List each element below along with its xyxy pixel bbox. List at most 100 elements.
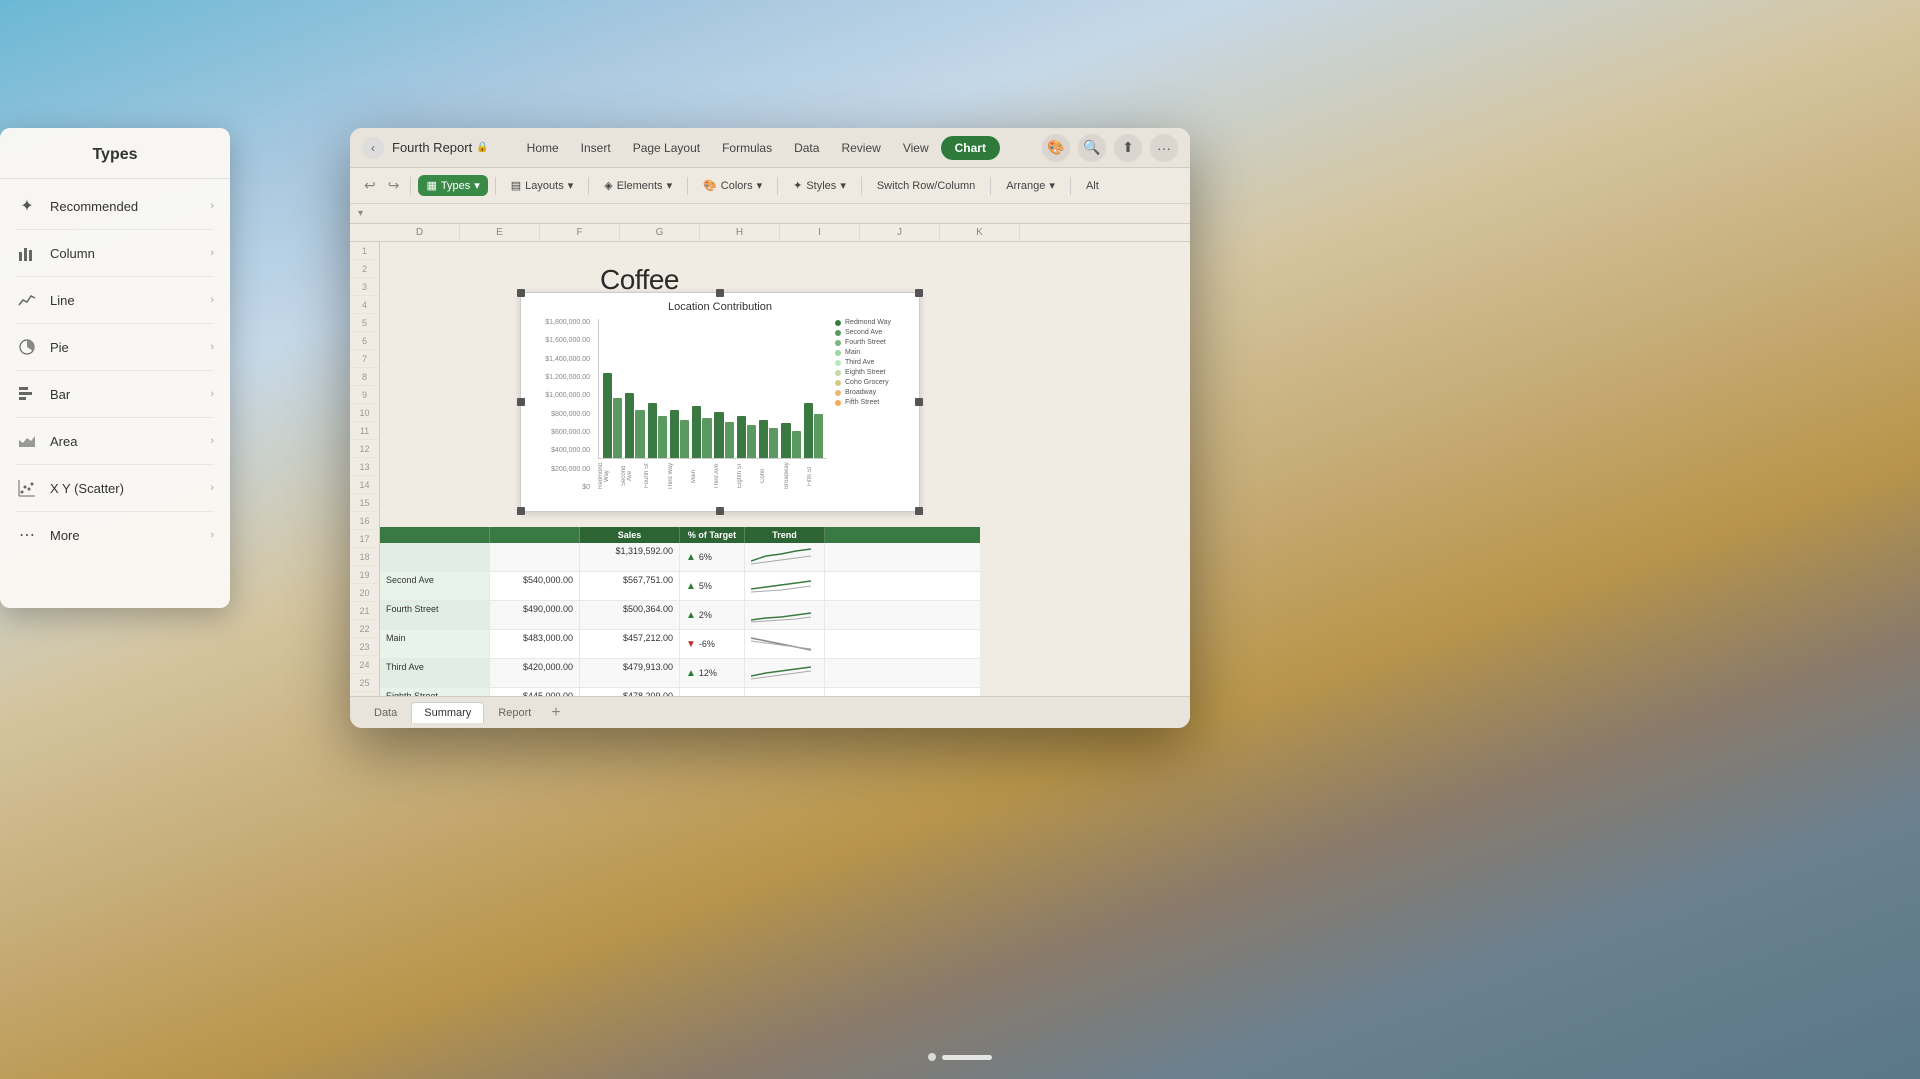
toolbar-sep-5 <box>777 177 778 195</box>
alt-text-button[interactable]: Alt <box>1078 176 1107 196</box>
chart-handle-tr[interactable] <box>915 289 923 297</box>
title-bar: ‹ Fourth Report 🔒 Home Insert Page Layou… <box>350 128 1190 168</box>
more-icon-btn[interactable]: ··· <box>1150 134 1178 162</box>
row-num-18: 18 <box>350 548 379 566</box>
row-num-2: 2 <box>350 260 379 278</box>
chart-handle-mt[interactable] <box>716 289 724 297</box>
menu-tab-formulas[interactable]: Formulas <box>712 137 782 159</box>
layouts-button[interactable]: ▤ Layouts ▾ <box>503 175 581 196</box>
search-icon-btn[interactable]: 🔍 <box>1078 134 1106 162</box>
menu-tab-review[interactable]: Review <box>831 137 890 159</box>
sheet-tab-data[interactable]: Data <box>362 703 409 723</box>
td-budget-3: $490,000.00 <box>490 601 580 629</box>
types-panel: Types ✦ Recommended › Column › Line › <box>0 128 230 608</box>
type-item-line[interactable]: Line › <box>0 279 230 321</box>
legend-item-2: Second Ave <box>835 329 911 336</box>
switch-row-col-button[interactable]: Switch Row/Column <box>869 176 983 196</box>
type-item-scatter[interactable]: X Y (Scatter) › <box>0 467 230 509</box>
col-header-e: E <box>460 224 540 241</box>
legend-dot-3 <box>835 340 841 346</box>
redo-button[interactable]: ↪ <box>384 173 404 198</box>
legend-dot-8 <box>835 390 841 396</box>
add-sheet-button[interactable]: + <box>545 704 566 722</box>
td-sales-2: $567,751.00 <box>580 572 680 600</box>
chevron-area-icon: › <box>210 435 214 447</box>
col-headers: D E F G H I J K <box>350 224 1190 242</box>
td-target-6: ▲ 7% <box>680 688 745 696</box>
types-panel-title: Types <box>0 128 230 179</box>
type-item-more[interactable]: ⋯ More › <box>0 514 230 556</box>
legend-dot-5 <box>835 360 841 366</box>
bar-group-6 <box>714 412 733 458</box>
table-row-1[interactable]: $1,319,592.00 ▲ 6% <box>380 543 980 572</box>
menu-tab-data[interactable]: Data <box>784 137 829 159</box>
back-button[interactable]: ‹ <box>362 137 384 159</box>
arrange-button[interactable]: Arrange ▾ <box>998 175 1063 196</box>
row-num-25: 25 <box>350 674 379 692</box>
chart-handle-tl[interactable] <box>517 289 525 297</box>
table-row-5[interactable]: Third Ave $420,000.00 $479,913.00 ▲ 12% <box>380 659 980 688</box>
undo-button[interactable]: ↩ <box>360 173 380 198</box>
separator-1 <box>16 229 214 230</box>
menu-tab-view[interactable]: View <box>893 137 939 159</box>
menu-tab-insert[interactable]: Insert <box>571 137 621 159</box>
chart-handle-ml[interactable] <box>517 398 525 406</box>
legend-item-3: Fourth Street <box>835 339 911 346</box>
row-numbers: 1 2 3 4 5 6 7 8 9 10 11 12 13 14 15 16 1 <box>350 242 380 696</box>
sheet-tab-summary[interactable]: Summary <box>411 702 484 723</box>
row-num-13: 13 <box>350 458 379 476</box>
color-icon-btn[interactable]: 🎨 <box>1042 134 1070 162</box>
styles-button[interactable]: ✦ Styles ▾ <box>785 175 854 196</box>
table-row-6[interactable]: Eighth Street $445,000.00 $478,209.00 ▲ … <box>380 688 980 696</box>
td-sales-5: $479,913.00 <box>580 659 680 687</box>
row-num-10: 10 <box>350 404 379 422</box>
td-sales-4: $457,212.00 <box>580 630 680 658</box>
type-label-column: Column <box>50 246 198 261</box>
elements-button[interactable]: ◈ Elements ▾ <box>596 175 680 196</box>
col-header-k: K <box>940 224 1020 241</box>
toolbar-sep-4 <box>687 177 688 195</box>
more-chart-icon: ⋯ <box>16 524 38 546</box>
sheet-tab-report[interactable]: Report <box>486 703 543 723</box>
share-icon-btn[interactable]: ⬆ <box>1114 134 1142 162</box>
table-row-3[interactable]: Fourth Street $490,000.00 $500,364.00 ▲ … <box>380 601 980 630</box>
types-list: ✦ Recommended › Column › Line › <box>0 179 230 562</box>
menu-tab-home[interactable]: Home <box>517 137 569 159</box>
types-button[interactable]: ▦ Types ▾ <box>418 175 487 196</box>
type-item-pie[interactable]: Pie › <box>0 326 230 368</box>
chart-region[interactable]: Location Contribution $1,800,000.00 $1,6… <box>520 292 920 512</box>
page-scroll-bar[interactable] <box>942 1055 992 1060</box>
chart-handle-bl[interactable] <box>517 507 525 515</box>
document-title: Fourth Report 🔒 <box>392 140 489 155</box>
td-location-5: Third Ave <box>380 659 490 687</box>
colors-button[interactable]: 🎨 Colors ▾ <box>695 175 770 196</box>
chevron-pie-icon: › <box>210 341 214 353</box>
col-header-h: H <box>700 224 780 241</box>
chart-handle-mr[interactable] <box>915 398 923 406</box>
bar-group-4 <box>670 410 689 458</box>
table-row-2[interactable]: Second Ave $540,000.00 $567,751.00 ▲ 5% <box>380 572 980 601</box>
type-item-bar[interactable]: Bar › <box>0 373 230 415</box>
type-label-scatter: X Y (Scatter) <box>50 481 198 496</box>
bar-1-2 <box>613 398 622 458</box>
type-item-recommended[interactable]: ✦ Recommended › <box>0 185 230 227</box>
app-window: ‹ Fourth Report 🔒 Home Insert Page Layou… <box>350 128 1190 728</box>
td-budget-5: $420,000.00 <box>490 659 580 687</box>
menu-tabs: Home Insert Page Layout Formulas Data Re… <box>517 136 1034 160</box>
chart-handle-mb[interactable] <box>716 507 724 515</box>
menu-tab-chart[interactable]: Chart <box>941 136 1000 160</box>
bar-8-2 <box>769 428 778 458</box>
td-location-2: Second Ave <box>380 572 490 600</box>
colors-icon: 🎨 <box>703 179 717 192</box>
type-item-area[interactable]: Area › <box>0 420 230 462</box>
arrow-up-2: ▲ <box>686 581 696 592</box>
chart-handle-br[interactable] <box>915 507 923 515</box>
row-num-3: 3 <box>350 278 379 296</box>
bar-4-1 <box>670 410 679 458</box>
td-location-3: Fourth Street <box>380 601 490 629</box>
spreadsheet-body: 1 2 3 4 5 6 7 8 9 10 11 12 13 14 15 16 1 <box>350 242 1190 696</box>
table-row-4[interactable]: Main $483,000.00 $457,212.00 ▼ -6% <box>380 630 980 659</box>
type-item-column[interactable]: Column › <box>0 232 230 274</box>
styles-icon: ✦ <box>793 179 802 192</box>
menu-tab-page-layout[interactable]: Page Layout <box>623 137 710 159</box>
